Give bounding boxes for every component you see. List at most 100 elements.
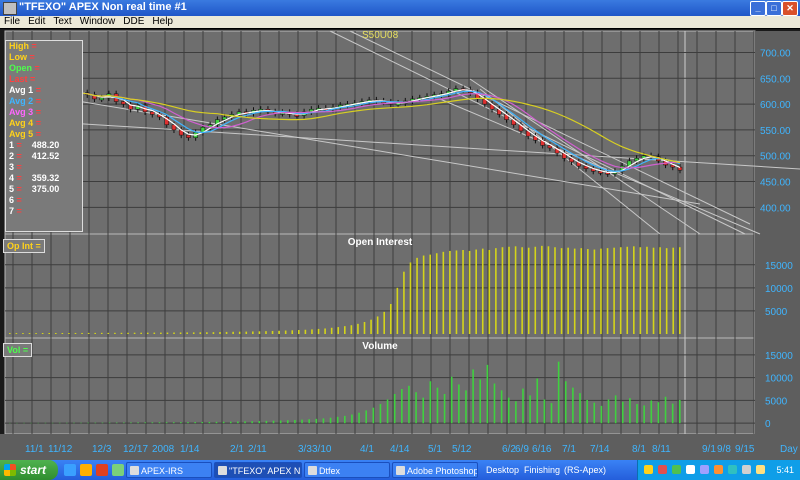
volume-bar xyxy=(593,402,596,424)
volume-bar xyxy=(344,415,346,424)
legend-label: Avg 3 xyxy=(9,107,36,117)
legend-sep: = xyxy=(16,173,22,183)
app-icon[interactable] xyxy=(3,2,17,15)
volume-bar xyxy=(543,399,546,424)
volume-bar xyxy=(251,421,253,424)
tray-icon[interactable] xyxy=(686,465,695,474)
open-interest-bar xyxy=(652,247,655,334)
tray-icon[interactable] xyxy=(658,465,667,474)
menu-help[interactable]: Help xyxy=(148,16,177,28)
open-interest-bar xyxy=(646,246,648,334)
volume-bar xyxy=(500,390,503,424)
legend-sep: = xyxy=(31,41,37,51)
taskbar-apex-chart[interactable]: "TFEXO" APEX N... xyxy=(214,462,302,478)
finishing-toolbar-item[interactable]: Finishing xyxy=(524,460,560,480)
chart-area[interactable]: 400.00 450.00 500.00 550.00 600.00 650.00 700.… xyxy=(0,29,800,460)
maximize-button[interactable]: □ xyxy=(766,1,782,16)
tray-icon[interactable] xyxy=(714,465,723,474)
open-interest-bar xyxy=(212,332,215,334)
open-interest-bar xyxy=(547,246,550,334)
legend-label: Avg 2 xyxy=(9,96,36,106)
legend-label: 2 xyxy=(9,151,17,161)
taskbar-apex-irs[interactable]: APEX-IRS xyxy=(126,462,212,478)
menu-edit[interactable]: Edit xyxy=(24,16,49,28)
open-interest-bar xyxy=(534,246,537,334)
volume-bar xyxy=(393,394,396,424)
clock: 5:41 xyxy=(776,465,794,475)
x-tick-label: 12/17 xyxy=(123,444,148,455)
title-bar: "TFEXO" APEX Non real time #1 _ □ ✕ xyxy=(0,0,800,16)
open-interest-bar xyxy=(41,332,44,334)
open-interest-bar xyxy=(501,247,504,334)
open-interest-bar xyxy=(265,331,267,334)
taskbar-dtfex[interactable]: Dtfex xyxy=(304,462,390,478)
legend-label: 7 xyxy=(9,206,17,216)
tray-icon[interactable] xyxy=(742,465,751,474)
volume-bar xyxy=(493,383,496,424)
volume-bar xyxy=(550,403,553,424)
open-interest-bar xyxy=(567,247,569,334)
menu-bar: File Edit Text Window DDE Help xyxy=(0,16,800,28)
price-tick-label: 400.00 xyxy=(760,203,791,214)
menu-dde[interactable]: DDE xyxy=(119,16,148,28)
open-interest-bar xyxy=(54,332,57,334)
volume-bar xyxy=(529,395,531,424)
legend-label: Last xyxy=(9,74,31,84)
volume-bar xyxy=(101,422,104,424)
price-legend: High = Low = Open = Last = Avg 1 = Avg 2 = Avg… xyxy=(5,40,83,232)
volume-bar xyxy=(657,402,660,424)
x-tick-label: 9/1 xyxy=(702,444,716,455)
candle-body xyxy=(677,166,683,171)
legend-sep: = xyxy=(35,107,41,117)
volume-bar xyxy=(515,401,517,424)
x-tick-label: 3/3 xyxy=(298,444,312,455)
tray-icon[interactable] xyxy=(728,465,737,474)
media-icon[interactable] xyxy=(96,464,108,476)
app-window-icon xyxy=(218,466,227,475)
volume-bar xyxy=(336,416,339,424)
volume-bar xyxy=(621,401,624,424)
taskbar-label: "TFEXO" APEX N... xyxy=(229,466,302,476)
volume-bar xyxy=(465,390,467,424)
legend-value: 359.32 xyxy=(31,173,60,183)
menu-window[interactable]: Window xyxy=(76,16,120,28)
tray-icon[interactable] xyxy=(644,465,653,474)
rs-apex-toolbar-item[interactable]: (RS-Apex) xyxy=(564,460,606,480)
taskbar-photoshop[interactable]: Adobe Photoshop xyxy=(392,462,478,478)
tray-icon[interactable] xyxy=(700,465,709,474)
legend-row: Avg 2 = xyxy=(6,96,82,107)
close-button[interactable]: ✕ xyxy=(782,1,798,16)
ie-icon[interactable] xyxy=(64,464,76,476)
start-button[interactable]: start xyxy=(0,460,58,480)
chart-canvas[interactable]: 400.00 450.00 500.00 550.00 600.00 650.00 700.… xyxy=(0,29,800,460)
tray-icon[interactable] xyxy=(672,465,681,474)
open-interest-bar xyxy=(363,322,366,334)
explorer-icon[interactable] xyxy=(80,464,92,476)
open-interest-bar xyxy=(633,246,635,334)
legend-sep: = xyxy=(16,184,22,194)
candle-body xyxy=(294,114,300,117)
open-interest-bar xyxy=(679,247,681,334)
photoshop-icon xyxy=(396,466,405,475)
desktop-toolbar-item[interactable]: Desktop xyxy=(486,460,519,480)
menu-text[interactable]: Text xyxy=(49,16,75,28)
open-interest-bar xyxy=(153,332,156,334)
volume-bar xyxy=(643,405,645,424)
open-interest-bar xyxy=(61,332,64,334)
menu-file[interactable]: File xyxy=(0,16,24,28)
open-interest-bar xyxy=(403,271,405,334)
volume-bar xyxy=(272,420,275,424)
volume-bar xyxy=(458,384,460,424)
desktop-icon[interactable] xyxy=(112,464,124,476)
volume-bar xyxy=(108,422,111,424)
x-tick-label: 8/11 xyxy=(652,444,671,455)
open-interest-bar xyxy=(409,262,412,334)
legend-label: Avg 5 xyxy=(9,129,36,139)
legend-label: 3 xyxy=(9,162,17,172)
minimize-button[interactable]: _ xyxy=(750,1,766,16)
volume-tray-icon[interactable] xyxy=(756,465,765,474)
open-interest-bar xyxy=(133,332,136,334)
open-interest-bar xyxy=(186,332,188,334)
volume-bar xyxy=(636,404,638,424)
open-interest-bar xyxy=(127,332,129,334)
